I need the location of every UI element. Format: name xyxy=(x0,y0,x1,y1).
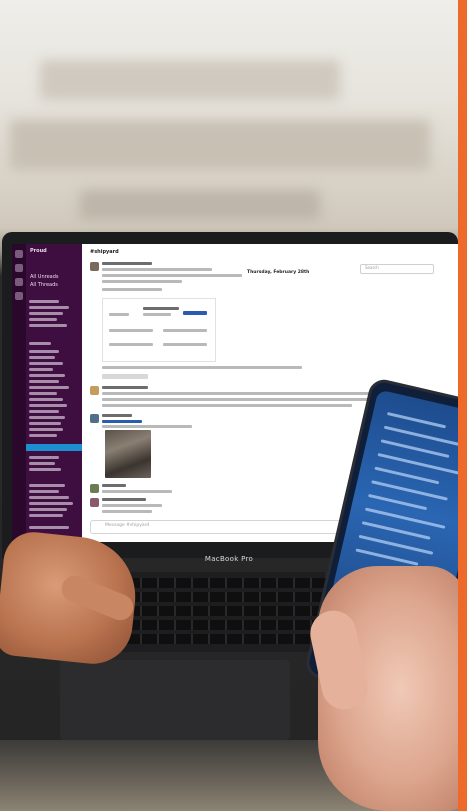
message-line xyxy=(102,490,172,493)
message-line xyxy=(102,420,142,423)
channel-title: #shipyard xyxy=(90,249,119,255)
sidebar-item-all-unreads: All Unreads xyxy=(30,274,59,280)
sidebar-line xyxy=(29,356,55,359)
sidebar-line xyxy=(29,508,67,511)
sidebar-line xyxy=(29,462,55,465)
message-line xyxy=(102,425,192,428)
card-line xyxy=(109,313,129,316)
sidebar-line xyxy=(29,496,69,499)
sidebar-line xyxy=(29,514,63,517)
avatar xyxy=(90,498,99,507)
embedded-preview-card xyxy=(102,298,216,362)
sidebar-line xyxy=(29,368,53,371)
workspace-name: Proud xyxy=(30,248,47,254)
sidebar-line xyxy=(29,374,65,377)
avatar xyxy=(90,386,99,395)
sidebar-line xyxy=(29,312,63,315)
message-line xyxy=(102,504,162,507)
sidebar-line xyxy=(29,422,61,425)
sidebar-item-all-threads: All Threads xyxy=(30,282,58,288)
sidebar-line xyxy=(29,468,61,471)
office-scene: Proud All Unreads All Threads #shipyard … xyxy=(0,0,458,811)
card-line xyxy=(163,343,207,346)
trackpad xyxy=(60,660,290,740)
workspace-rail xyxy=(12,244,26,542)
card-line xyxy=(143,313,171,316)
phone-screen-line xyxy=(374,466,440,485)
message-line xyxy=(102,414,132,417)
gif-image xyxy=(105,430,151,478)
phone-screen-line xyxy=(368,493,428,511)
sidebar-line xyxy=(29,324,67,327)
workspace-icon xyxy=(15,278,23,286)
avatar xyxy=(90,262,99,271)
sidebar-line xyxy=(29,300,59,303)
card-line xyxy=(109,329,153,332)
background-blur xyxy=(40,60,340,100)
background-blur xyxy=(10,120,430,170)
avatar xyxy=(90,484,99,493)
photo: Proud All Unreads All Threads #shipyard … xyxy=(0,0,467,811)
workspace-icon xyxy=(15,264,23,272)
sidebar-line xyxy=(29,362,63,365)
card-line xyxy=(109,343,153,346)
message-line xyxy=(102,280,182,283)
sidebar-line xyxy=(29,416,65,419)
avatar xyxy=(90,414,99,423)
message-line xyxy=(102,268,212,271)
accent-strip xyxy=(458,0,467,811)
message-line xyxy=(102,484,126,487)
reaction-row xyxy=(102,374,148,379)
card-line xyxy=(183,311,207,315)
background-blur xyxy=(80,190,320,220)
sidebar-line xyxy=(29,392,57,395)
workspace-icon xyxy=(15,250,23,258)
sidebar-line xyxy=(29,380,59,383)
sidebar-line xyxy=(29,502,73,505)
sidebar-line xyxy=(29,456,59,459)
sidebar-line xyxy=(29,350,59,353)
workspace-icon xyxy=(15,292,23,300)
sidebar-line xyxy=(29,398,63,401)
message-line xyxy=(102,262,152,265)
phone-screen-line xyxy=(386,412,447,429)
sidebar-line xyxy=(29,306,69,309)
sidebar-line xyxy=(29,428,63,431)
card-line xyxy=(143,307,179,310)
sidebar-line xyxy=(29,386,69,389)
sidebar-line xyxy=(29,490,59,493)
sidebar-line xyxy=(29,434,57,437)
sidebar-line xyxy=(29,410,59,413)
message-line xyxy=(102,274,242,277)
search-placeholder: Search xyxy=(365,265,379,270)
sidebar-line xyxy=(29,484,65,487)
message-line xyxy=(102,288,162,291)
search-input: Search xyxy=(360,264,434,274)
card-line xyxy=(163,329,207,332)
message-line xyxy=(102,366,302,369)
sidebar-line xyxy=(29,318,57,321)
sidebar-line xyxy=(29,342,51,345)
sidebar-channel-active xyxy=(26,444,82,451)
message-line xyxy=(102,510,152,513)
date-divider: Thursday, February 28th xyxy=(247,270,310,275)
chat-app-sidebar: Proud All Unreads All Threads xyxy=(12,244,82,542)
composer-placeholder: Message #shipyard xyxy=(105,523,150,528)
sidebar-line xyxy=(29,404,67,407)
message-line xyxy=(102,404,352,407)
phone-screen-line xyxy=(355,548,419,566)
message-line xyxy=(102,398,402,401)
message-line xyxy=(102,386,148,389)
message-line xyxy=(102,498,146,501)
sidebar-line xyxy=(29,526,69,529)
